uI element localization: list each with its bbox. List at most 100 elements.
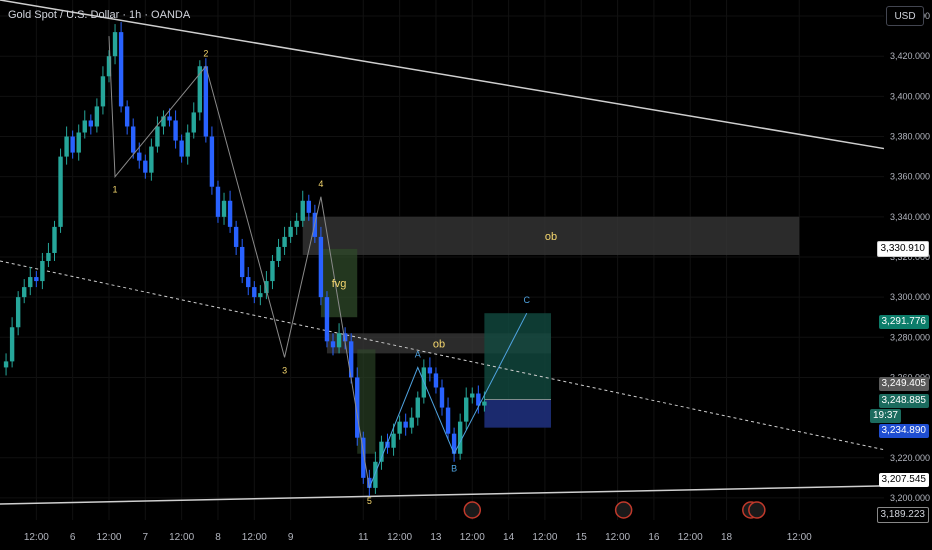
current-price-tag: 3,248.885: [878, 394, 929, 408]
event-icons[interactable]: [463, 501, 766, 519]
candle-body: [137, 152, 142, 161]
candle-body: [336, 333, 342, 348]
low-line-tag: 3,207.545: [878, 473, 929, 487]
x-tick-label: 12:00: [242, 532, 267, 543]
symbol-title: Gold Spot / U.S. Dollar · 1h · OANDA: [8, 9, 191, 21]
wave-label-B: B: [451, 464, 457, 474]
wave-label-C: C: [524, 295, 531, 305]
us-flag-event-icon[interactable]: [614, 501, 633, 519]
chart-zones: [302, 216, 800, 454]
x-tick-label: 12:00: [678, 532, 703, 543]
bottom-price-tag: 3,189.223: [876, 507, 929, 523]
candle-body: [34, 277, 39, 282]
chart-grid: [0, 0, 884, 520]
candle-body: [239, 246, 245, 278]
y-tick-label: 3,200.000: [890, 493, 930, 503]
candle-body: [282, 236, 287, 247]
candle-body: [464, 397, 469, 422]
candle-body: [482, 401, 487, 406]
x-tick-label: 12:00: [96, 532, 121, 543]
target-price-tag: 3,291.776: [878, 315, 929, 329]
x-tick-label: 12:00: [387, 532, 412, 543]
candle-body: [324, 297, 330, 342]
zone-label: ob: [433, 338, 445, 350]
lightning-event-icon[interactable]: [463, 501, 482, 519]
y-tick-label: 3,380.000: [890, 132, 930, 142]
candle-body: [70, 136, 75, 153]
price-axis-bg: [884, 0, 932, 550]
candle-body: [40, 261, 45, 282]
candle-body: [221, 200, 227, 217]
candle-body: [397, 421, 402, 434]
candle-body: [276, 246, 281, 262]
y-tick-label: 3,300.000: [890, 292, 930, 302]
countdown-tag: 19:37: [869, 409, 901, 423]
x-tick-label: 7: [143, 532, 149, 543]
candle-body: [203, 66, 209, 137]
candle-body: [82, 120, 87, 133]
trendline: [0, 0, 885, 150]
candle-body: [46, 252, 51, 262]
candle-body: [22, 287, 27, 298]
candle-body: [173, 120, 178, 141]
candle-body: [155, 126, 160, 147]
x-tick-label: 13: [430, 532, 442, 543]
candle-body: [270, 261, 275, 282]
candle-body: [415, 397, 420, 418]
y-tick-label: 3,340.000: [890, 212, 930, 222]
candle-body: [179, 140, 184, 157]
wave-label-1: 1: [113, 185, 118, 195]
currency-button[interactable]: USD: [886, 6, 924, 26]
zone-label: ob: [545, 231, 557, 243]
candle-body: [306, 200, 311, 213]
candle-body: [427, 367, 433, 374]
x-tick-label: 6: [70, 532, 76, 543]
target-zone: [484, 313, 551, 400]
zone-label: fvg: [332, 278, 347, 290]
x-tick-label: 9: [288, 532, 294, 543]
candle-body: [445, 407, 451, 434]
us-flag-event-icon[interactable]: [748, 501, 766, 519]
candle-body: [403, 421, 408, 428]
candle-body: [457, 421, 463, 454]
candle-body: [167, 116, 172, 121]
candle-body: [252, 287, 257, 298]
price-axis[interactable]: 3,440.0003,420.0003,400.0003,380.0003,36…: [884, 0, 932, 550]
candle-body: [391, 433, 396, 448]
candle-body: [373, 461, 378, 488]
candle-body: [409, 417, 414, 428]
x-tick-label: 14: [503, 532, 515, 543]
candle-body: [288, 226, 293, 237]
candle-body: [3, 361, 9, 368]
candle-body: [149, 146, 154, 173]
candle-body: [15, 297, 21, 328]
candle-body: [433, 373, 439, 388]
price-chart[interactable]: obfvgob12345ABC 3,440.0003,420.0003,400.…: [0, 0, 932, 550]
candle-body: [52, 226, 57, 253]
x-tick-label: 12:00: [605, 532, 630, 543]
y-tick-label: 3,360.000: [890, 172, 930, 182]
candle-body: [76, 132, 81, 153]
x-tick-label: 18: [721, 532, 733, 543]
y-tick-label: 3,400.000: [890, 91, 930, 101]
y-tick-label: 3,220.000: [890, 453, 930, 463]
candle-body: [28, 277, 33, 288]
candle-body: [330, 341, 336, 348]
trendline: [0, 485, 885, 505]
x-tick-label: 12:00: [787, 532, 812, 543]
time-axis[interactable]: 12:00 6 12:00 7 12:00 8 12:00 9 11 12:00 13 12:00 14…: [0, 520, 932, 550]
candle-body: [100, 76, 106, 107]
x-tick-label: 12:00: [169, 532, 194, 543]
trendline: [0, 260, 885, 451]
stop-zone: [484, 399, 551, 428]
wave-label-3: 3: [282, 365, 287, 375]
x-tick-label: 8: [215, 532, 221, 543]
candle-body: [227, 200, 233, 227]
candle-body: [112, 32, 118, 57]
price-candles: [3, 22, 487, 496]
candle-body: [294, 220, 299, 227]
x-tick-label: 16: [648, 532, 660, 543]
candle-body: [191, 112, 196, 133]
zone-fvg-2: [357, 349, 376, 454]
y-tick-label: 3,280.000: [890, 332, 930, 342]
